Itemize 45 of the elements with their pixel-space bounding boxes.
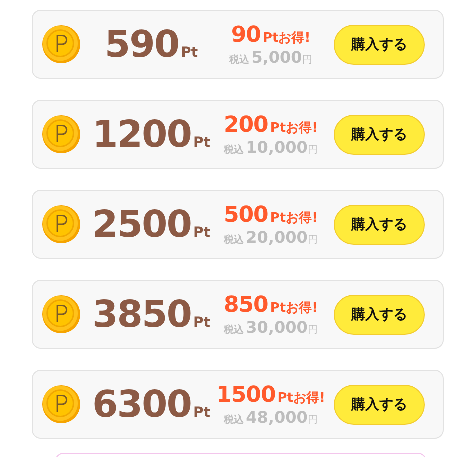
price-amount: 10,000 <box>246 138 308 156</box>
tax-label: 税込 <box>224 144 244 156</box>
bonus-label: Ptお得! <box>278 390 326 406</box>
points-amount: 3850 <box>92 293 192 336</box>
purchase-button[interactable]: 購入する <box>334 204 425 244</box>
coin-icon <box>42 115 81 154</box>
bonus-label: Ptお得! <box>270 210 318 226</box>
coin-icon <box>42 25 81 64</box>
price-amount: 30,000 <box>246 318 308 336</box>
currency-label: 円 <box>308 414 318 426</box>
points-amount: 1200 <box>92 113 192 156</box>
points-unit: Pt <box>194 315 210 331</box>
purchase-button[interactable]: 購入する <box>334 294 425 334</box>
points-unit: Pt <box>194 135 210 151</box>
tax-label: 税込 <box>224 234 244 246</box>
purchase-button[interactable]: 購入する <box>334 114 425 154</box>
purchase-button[interactable]: 購入する <box>334 24 425 64</box>
coin-icon <box>42 205 81 244</box>
price-amount: 48,000 <box>246 408 308 426</box>
purchase-button[interactable]: 購入する <box>334 384 425 424</box>
currency-label: 円 <box>308 144 318 156</box>
tax-label: 税込 <box>230 54 250 66</box>
coin-icon <box>42 295 81 334</box>
currency-label: 円 <box>308 324 318 336</box>
bonus-amount: 500 <box>224 202 268 228</box>
bonus-amount: 200 <box>224 112 268 138</box>
price-amount: 5,000 <box>252 48 302 66</box>
currency-label: 円 <box>302 54 312 66</box>
bonus-amount: 90 <box>231 22 261 48</box>
bonus-label: Ptお得! <box>262 30 311 46</box>
bonus-label: Ptお得! <box>270 120 318 136</box>
points-unit: Pt <box>194 405 210 421</box>
points-amount: 590 <box>104 23 180 66</box>
tax-label: 税込 <box>224 324 244 336</box>
tax-label: 税込 <box>224 414 244 426</box>
points-unit: Pt <box>181 45 198 61</box>
currency-label: 円 <box>308 234 318 246</box>
price-amount: 20,000 <box>246 228 308 246</box>
points-amount: 2500 <box>92 203 192 246</box>
coin-icon <box>42 385 81 424</box>
bonus-amount: 1500 <box>216 382 276 408</box>
points-unit: Pt <box>194 225 210 241</box>
points-amount: 6300 <box>92 383 192 426</box>
bonus-amount: 850 <box>224 292 268 318</box>
bonus-label: Ptお得! <box>270 300 318 316</box>
